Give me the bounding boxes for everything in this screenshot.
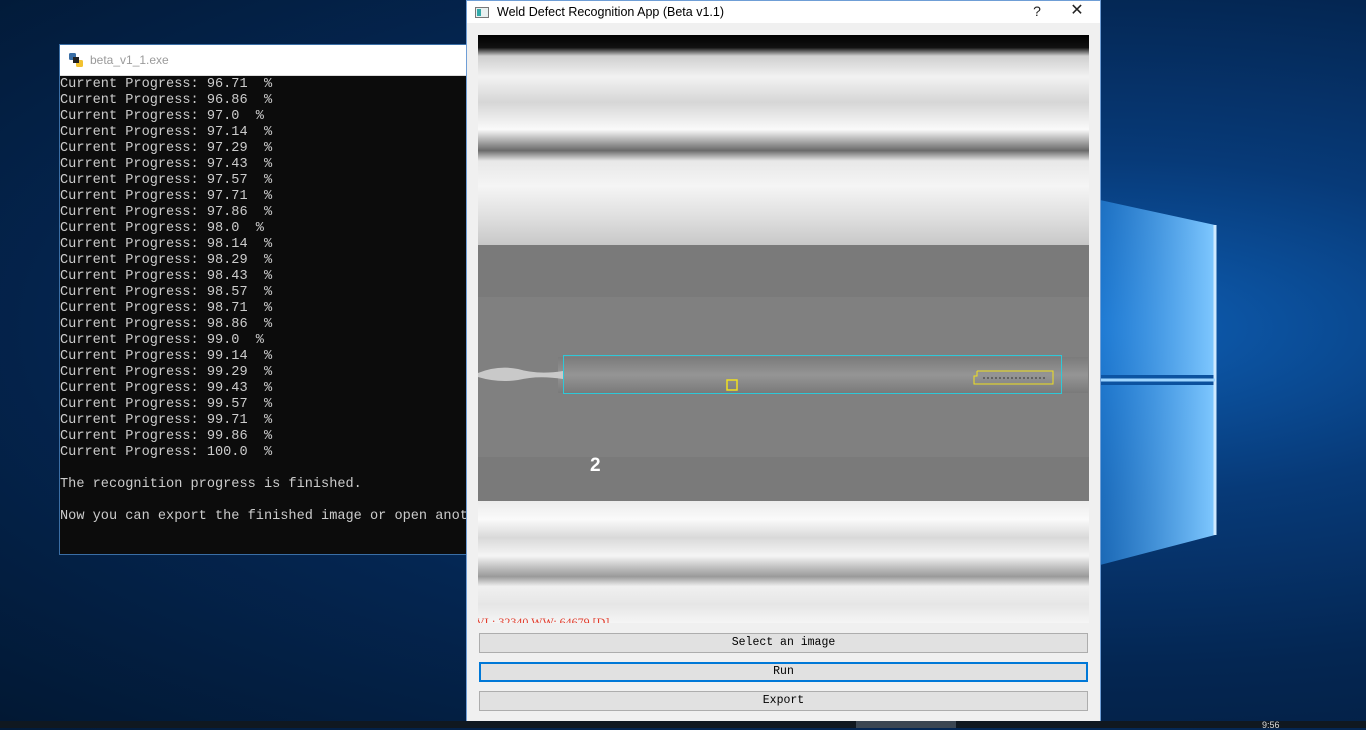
select-image-button[interactable]: Select an image <box>479 633 1088 653</box>
console-line: Current Progress: 97.29 % <box>60 141 273 156</box>
console-line: Current Progress: 99.14 % <box>60 349 273 364</box>
help-button[interactable]: ? <box>1027 1 1047 23</box>
console-line: Current Progress: 99.86 % <box>60 429 273 444</box>
console-line: Current Progress: 98.0 % <box>60 221 264 236</box>
app-title: Weld Defect Recognition App (Beta v1.1) <box>497 5 724 19</box>
run-button[interactable]: Run <box>479 662 1088 682</box>
python-icon <box>69 53 83 67</box>
console-line: Current Progress: 97.0 % <box>60 109 264 124</box>
console-line: The recognition progress is finished. <box>60 477 362 492</box>
window-level-readout: VL: 32340 WW: 64679 [D] <box>478 615 610 623</box>
console-line: Current Progress: 97.71 % <box>60 189 273 204</box>
taskbar-active-item[interactable] <box>856 721 956 728</box>
console-line: Current Progress: 98.14 % <box>60 237 273 252</box>
taskbar-clock: 9:56 <box>1262 720 1280 730</box>
console-line: Current Progress: 99.43 % <box>60 381 273 396</box>
console-title: beta_v1_1.exe <box>90 53 169 67</box>
xray-image-view[interactable]: 2 VL: 32340 WW: 64679 [D] <box>478 35 1089 623</box>
app-title-bar[interactable]: Weld Defect Recognition App (Beta v1.1) … <box>467 1 1100 23</box>
console-line: Now you can export the finished image or… <box>60 509 477 524</box>
console-output: Current Progress: 96.71 % Current Progres… <box>60 76 478 555</box>
export-button[interactable]: Export <box>479 691 1088 711</box>
console-line: Current Progress: 97.14 % <box>60 125 273 140</box>
window-icon <box>475 6 489 18</box>
console-line: Current Progress: 98.57 % <box>60 285 273 300</box>
console-line: Current Progress: 98.86 % <box>60 317 273 332</box>
console-line: Current Progress: 98.43 % <box>60 269 273 284</box>
console-line: Current Progress: 99.71 % <box>60 413 273 428</box>
console-line: Current Progress: 97.57 % <box>60 173 273 188</box>
app-window[interactable]: Weld Defect Recognition App (Beta v1.1) … <box>466 0 1101 722</box>
taskbar[interactable] <box>0 721 1366 728</box>
console-window[interactable]: beta_v1_1.exe Current Progress: 96.71 % C… <box>59 44 479 555</box>
console-title-bar[interactable]: beta_v1_1.exe <box>60 45 478 76</box>
console-line: Current Progress: 99.29 % <box>60 365 273 380</box>
close-button[interactable]: ✕ <box>1065 1 1089 23</box>
console-line: Current Progress: 97.43 % <box>60 157 273 172</box>
console-line: Current Progress: 99.0 % <box>60 333 264 348</box>
xray-image <box>478 35 1089 623</box>
film-marker-label: 2 <box>590 455 601 476</box>
console-line: Current Progress: 96.71 % <box>60 77 273 92</box>
console-line: Current Progress: 98.71 % <box>60 301 273 316</box>
console-line: Current Progress: 97.86 % <box>60 205 273 220</box>
app-client-area: 2 VL: 32340 WW: 64679 [D] Select an imag… <box>467 23 1100 721</box>
console-line: Current Progress: 96.86 % <box>60 93 273 108</box>
console-line: Current Progress: 100.0 % <box>60 445 273 460</box>
console-line: Current Progress: 98.29 % <box>60 253 273 268</box>
console-line: Current Progress: 99.57 % <box>60 397 273 412</box>
